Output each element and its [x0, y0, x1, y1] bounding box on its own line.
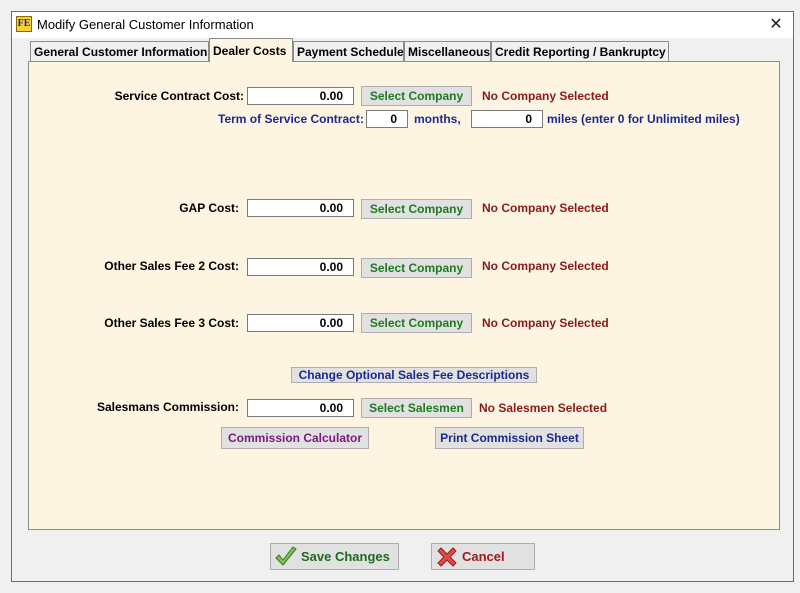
window-title: Modify General Customer Information [37, 17, 254, 32]
gap-select-company-button[interactable]: Select Company [361, 199, 472, 219]
fee3-company-status: No Company Selected [482, 316, 609, 330]
other-sales-fee-3-cost-input[interactable]: 0.00 [247, 314, 354, 332]
close-icon[interactable]: ✕ [763, 14, 789, 36]
tab-dealer-costs[interactable]: Dealer Costs [209, 38, 293, 62]
tab-miscellaneous[interactable]: Miscellaneous [404, 41, 491, 61]
tab-credit-reporting-bankruptcy[interactable]: Credit Reporting / Bankruptcy [491, 41, 669, 61]
service-contract-company-status: No Company Selected [482, 89, 609, 103]
fee2-select-company-button[interactable]: Select Company [361, 258, 472, 278]
service-contract-cost-input[interactable]: 0.00 [247, 87, 354, 105]
cancel-label: Cancel [462, 549, 505, 564]
checkmark-icon [275, 546, 297, 566]
other-sales-fee-2-cost-input[interactable]: 0.00 [247, 258, 354, 276]
tab-payment-schedule[interactable]: Payment Schedule [293, 41, 404, 61]
commission-calculator-button[interactable]: Commission Calculator [221, 427, 369, 449]
service-contract-months-input[interactable]: 0 [366, 110, 408, 128]
salesmen-status: No Salesmen Selected [479, 401, 608, 415]
app-logo-icon: FE [16, 16, 32, 32]
title-bar[interactable]: FE Modify General Customer Information ✕ [12, 12, 793, 38]
red-x-icon [437, 547, 457, 567]
change-optional-sales-fee-descriptions-button[interactable]: Change Optional Sales Fee Descriptions [291, 367, 537, 383]
other-sales-fee-2-cost-label: Other Sales Fee 2 Cost: [104, 259, 239, 273]
select-salesmen-button[interactable]: Select Salesmen [361, 398, 472, 418]
months-label: months, [414, 112, 461, 126]
cancel-button[interactable]: Cancel [431, 543, 535, 570]
miles-label: miles (enter 0 for Unlimited miles) [547, 112, 740, 126]
salesmans-commission-label: Salesmans Commission: [96, 400, 239, 414]
fee3-select-company-button[interactable]: Select Company [361, 313, 472, 333]
save-changes-button[interactable]: Save Changes [270, 543, 399, 570]
service-contract-miles-input[interactable]: 0 [471, 110, 543, 128]
salesmans-commission-input[interactable]: 0.00 [247, 399, 354, 417]
dealer-costs-panel: Service Contract Cost: 0.00 Select Compa… [28, 61, 780, 530]
gap-company-status: No Company Selected [482, 201, 609, 215]
gap-cost-input[interactable]: 0.00 [247, 199, 354, 217]
tab-general-customer-information[interactable]: General Customer Information [30, 41, 209, 61]
save-changes-label: Save Changes [301, 549, 390, 564]
other-sales-fee-3-cost-label: Other Sales Fee 3 Cost: [104, 316, 239, 330]
service-contract-select-company-button[interactable]: Select Company [361, 86, 472, 106]
fee2-company-status: No Company Selected [482, 259, 609, 273]
service-contract-cost-label: Service Contract Cost: [114, 89, 244, 103]
print-commission-sheet-button[interactable]: Print Commission Sheet [435, 427, 584, 449]
service-contract-term-label: Term of Service Contract: [218, 112, 364, 126]
dialog-window: FE Modify General Customer Information ✕… [11, 11, 794, 582]
gap-cost-label: GAP Cost: [179, 201, 239, 215]
